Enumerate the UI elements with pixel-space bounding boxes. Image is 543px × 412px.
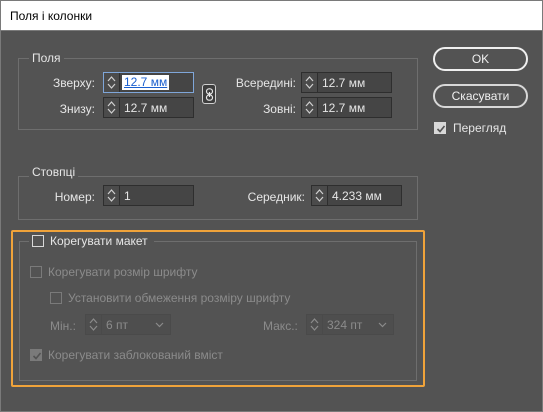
column-number-value[interactable]: 1	[124, 189, 131, 203]
limit-font-size-checkbox[interactable]	[50, 292, 62, 304]
adjust-layout-label[interactable]: Корегувати макет	[50, 234, 148, 248]
top-margin-field[interactable]: 12.7 мм	[103, 72, 194, 93]
bottom-margin-field[interactable]: 12.7 мм	[103, 97, 194, 118]
inside-margin-stepper[interactable]	[302, 73, 318, 92]
ok-button[interactable]: OK	[433, 47, 528, 71]
inside-margin-value[interactable]: 12.7 мм	[322, 76, 365, 90]
adjust-layout-checkbox[interactable]	[32, 235, 44, 247]
column-number-field[interactable]: 1	[103, 185, 194, 206]
checkmark-icon	[436, 125, 446, 133]
inside-label: Всередині:	[235, 76, 296, 90]
min-font-size-value[interactable]: 6 пт	[106, 318, 128, 332]
min-font-size-stepper[interactable]	[86, 315, 102, 334]
top-label: Зверху:	[52, 76, 95, 90]
min-font-size-field[interactable]: 6 пт	[85, 314, 171, 335]
outside-margin-stepper[interactable]	[302, 98, 318, 117]
bottom-margin-value[interactable]: 12.7 мм	[124, 101, 167, 115]
margins-group	[18, 58, 418, 130]
adjust-font-size-label[interactable]: Корегувати розмір шрифту	[48, 265, 197, 279]
margins-columns-dialog: Поля Зверху: 12.7 мм Знизу: 12.7 мм Всер…	[0, 31, 543, 412]
title-bar: Поля і колонки	[0, 0, 543, 31]
stepper-arrows-icon	[315, 189, 324, 202]
max-font-size-field[interactable]: 324 пт	[306, 314, 394, 335]
checkmark-icon	[32, 352, 42, 360]
preview-label[interactable]: Перегляд	[453, 121, 506, 135]
columns-legend: Стовпці	[29, 165, 79, 179]
outside-label: Зовні:	[263, 102, 296, 116]
gutter-label: Середник:	[247, 190, 305, 204]
inside-margin-field[interactable]: 12.7 мм	[301, 72, 392, 93]
outside-margin-value[interactable]: 12.7 мм	[322, 101, 365, 115]
column-number-stepper[interactable]	[104, 186, 120, 205]
stepper-arrows-icon	[305, 76, 314, 89]
stepper-arrows-icon	[89, 318, 98, 331]
adjust-locked-content-checkbox[interactable]	[30, 349, 42, 361]
stepper-arrows-icon	[107, 76, 116, 89]
outside-margin-field[interactable]: 12.7 мм	[301, 97, 392, 118]
stepper-arrows-icon	[107, 101, 116, 114]
adjust-locked-content-label[interactable]: Корегувати заблокований вміст	[48, 348, 223, 362]
stepper-arrows-icon	[310, 318, 319, 331]
number-label: Номер:	[54, 190, 95, 204]
preview-checkbox[interactable]	[434, 122, 446, 134]
max-label: Макс.:	[263, 319, 298, 333]
cancel-button[interactable]: Скасувати	[433, 84, 528, 108]
max-font-size-value[interactable]: 324 пт	[327, 318, 362, 332]
top-margin-value[interactable]: 12.7 мм	[122, 75, 170, 90]
top-margin-stepper[interactable]	[104, 73, 120, 92]
link-margins-button[interactable]	[202, 84, 216, 104]
gutter-field[interactable]: 4.233 мм	[311, 185, 402, 206]
chevron-down-icon	[378, 322, 387, 328]
margins-legend: Поля	[29, 51, 64, 65]
window-title: Поля і колонки	[10, 9, 93, 23]
gutter-value[interactable]: 4.233 мм	[332, 189, 382, 203]
chain-link-icon	[205, 88, 214, 101]
stepper-arrows-icon	[305, 101, 314, 114]
chevron-down-icon	[155, 322, 164, 328]
min-label: Мін.:	[50, 319, 76, 333]
gutter-stepper[interactable]	[312, 186, 328, 205]
adjust-layout-legend: Корегувати макет	[29, 234, 154, 248]
bottom-label: Знизу:	[59, 102, 95, 116]
limit-font-size-label[interactable]: Установити обмеження розміру шрифту	[68, 291, 290, 305]
max-font-size-stepper[interactable]	[307, 315, 323, 334]
adjust-font-size-checkbox[interactable]	[30, 266, 42, 278]
stepper-arrows-icon	[107, 189, 116, 202]
bottom-margin-stepper[interactable]	[104, 98, 120, 117]
